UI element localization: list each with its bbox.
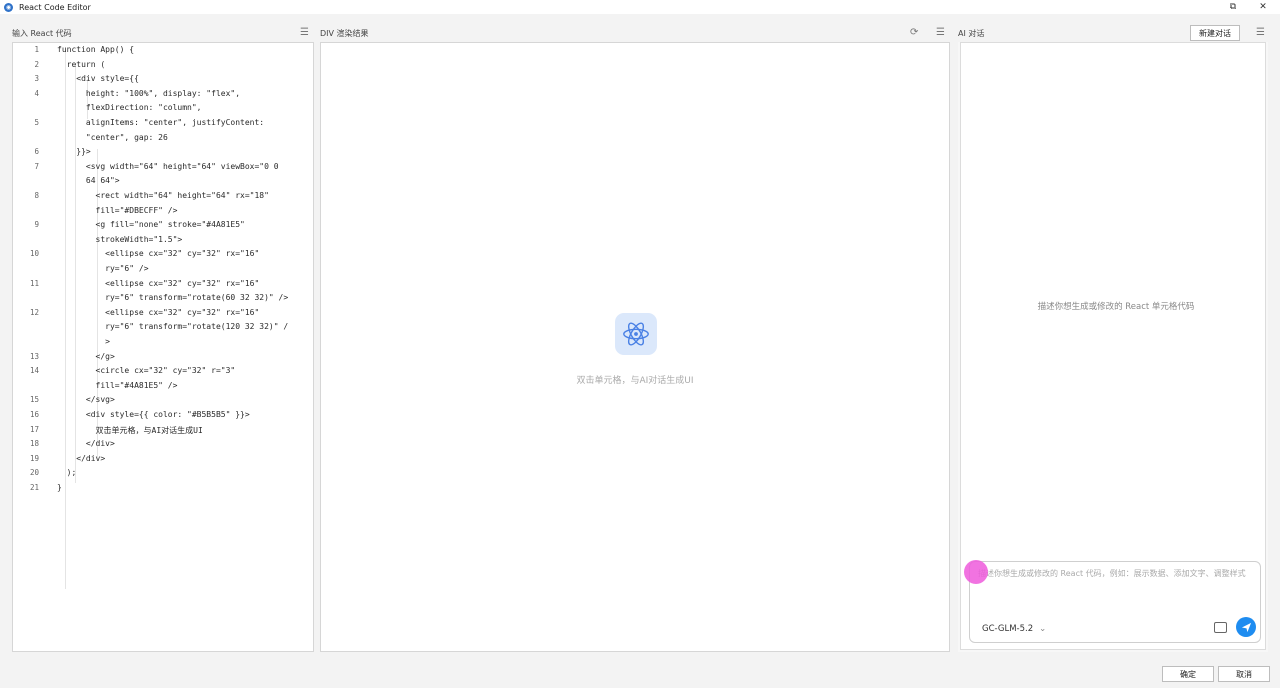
code-line[interactable]: <ellipse cx="32" cy="32" rx="16" — [57, 279, 259, 288]
ai-chat-body: 描述你想生成或修改的 React 单元格代码 描述你想生成或修改的 React … — [960, 42, 1266, 650]
line-number: 15 — [29, 395, 39, 405]
chevron-down-icon: ⌄ — [1039, 624, 1047, 634]
line-number: 20 — [29, 468, 39, 478]
code-line[interactable]: > — [57, 337, 110, 346]
line-gutter: 1 2 3 4 5 6 7 8 9 10 11 12 13 14 15 16 17 18 19 20 21 — [13, 43, 47, 651]
code-line[interactable]: <g fill="none" stroke="#4A81E5" — [57, 220, 245, 229]
code-line[interactable]: ry="6" transform="rotate(120 32 32)" / — [57, 322, 288, 331]
line-number: 17 — [29, 424, 39, 434]
render-panel[interactable]: 双击单元格，与AI对话生成UI — [320, 42, 950, 652]
line-number: 7 — [34, 161, 39, 171]
code-line[interactable]: flexDirection: "column", — [57, 103, 202, 112]
send-icon — [1241, 622, 1251, 632]
ai-empty-state: 描述你想生成或修改的 React 单元格代码 — [1037, 302, 1195, 312]
line-number: 8 — [34, 191, 39, 200]
code-line[interactable]: </g> — [57, 352, 115, 361]
code-line[interactable]: ry="6" transform="rotate(60 32 32)" /> — [57, 293, 288, 302]
code-line[interactable]: "center", gap: 26 — [57, 133, 168, 142]
indent-guide — [65, 49, 66, 589]
code-line[interactable]: </div> — [57, 454, 105, 463]
code-line[interactable]: 64 64"> — [57, 176, 120, 185]
line-number: 11 — [29, 278, 39, 288]
line-number: 16 — [29, 410, 39, 419]
cancel-button[interactable]: 取消 — [1218, 666, 1270, 682]
mouse-cursor-highlight — [964, 560, 988, 584]
code-line[interactable]: height: "100%", display: "flex", — [57, 89, 240, 98]
code-line[interactable]: <ellipse cx="32" cy="32" rx="16" — [57, 308, 259, 317]
send-button[interactable] — [1236, 617, 1256, 637]
line-number: 5 — [34, 118, 39, 127]
line-number: 19 — [29, 453, 39, 463]
code-line[interactable]: fill="#DBECFF" /> — [57, 206, 178, 215]
image-upload-icon[interactable] — [1214, 622, 1227, 633]
model-select[interactable]: GC-GLM-5.2 ⌄ — [982, 624, 1046, 634]
collapse-middle-icon[interactable]: ☰ — [936, 27, 945, 38]
code-line[interactable]: </svg> — [57, 395, 115, 404]
restore-button[interactable]: ⧉ — [1222, 0, 1244, 14]
ai-header: AI 对话 — [958, 28, 985, 38]
line-number: 6 — [34, 147, 39, 157]
indent-guide — [87, 79, 88, 119]
code-line[interactable]: <rect width="64" height="64" rx="18" — [57, 191, 269, 200]
code-line[interactable]: <ellipse cx="32" cy="32" rx="16" — [57, 249, 259, 258]
render-header: DIV 渲染结果 — [320, 28, 369, 38]
ai-chat-panel: 描述你想生成或修改的 React 单元格代码 描述你想生成或修改的 React … — [958, 42, 1268, 652]
line-number: 9 — [34, 220, 39, 230]
code-line[interactable]: }}> — [57, 147, 90, 156]
line-number: 14 — [29, 366, 39, 376]
line-number: 2 — [34, 59, 39, 69]
code-line[interactable]: strokeWidth="1.5"> — [57, 235, 183, 244]
code-line[interactable]: } — [57, 483, 62, 492]
line-number: 13 — [29, 351, 39, 361]
line-number: 18 — [29, 439, 39, 449]
code-line[interactable]: <div style={{ color: "#B5B5B5" }}> — [57, 410, 250, 419]
new-chat-button[interactable]: 新建对话 — [1190, 25, 1240, 41]
code-line[interactable]: <circle cx="32" cy="32" r="3" — [57, 366, 236, 375]
code-line[interactable]: alignItems: "center", justifyContent: — [57, 118, 264, 127]
code-line[interactable]: function App() { — [57, 45, 134, 54]
close-button[interactable]: ✕ — [1252, 0, 1274, 14]
collapse-right-icon[interactable]: ☰ — [1256, 27, 1265, 38]
window-title: React Code Editor — [19, 2, 91, 12]
model-name: GC-GLM-5.2 — [982, 624, 1034, 634]
app-icon: ◉ — [4, 2, 13, 12]
render-hint-text: 双击单元格，与AI对话生成UI — [576, 376, 694, 386]
chat-composer[interactable]: 描述你想生成或修改的 React 代码，例如：展示数据、添加文字、调整样式 GC… — [969, 561, 1261, 643]
line-number: 1 — [34, 45, 39, 54]
code-line[interactable]: </div> — [57, 439, 115, 448]
collapse-left-icon[interactable]: ☰ — [300, 27, 309, 38]
code-line[interactable]: <div style={{ — [57, 74, 139, 83]
line-number: 12 — [29, 307, 39, 317]
code-line[interactable]: fill="#4A81E5" /> — [57, 381, 178, 390]
refresh-icon[interactable]: ⟳ — [910, 27, 918, 38]
code-editor[interactable]: 1 2 3 4 5 6 7 8 9 10 11 12 13 14 15 16 17 18 19 20 21 functio… — [12, 42, 314, 652]
code-line[interactable]: return ( — [57, 60, 106, 69]
code-line[interactable]: ry="6" /> — [57, 264, 148, 273]
line-number: 3 — [34, 74, 39, 84]
line-number: 4 — [34, 88, 39, 98]
title-bar: ◉ React Code Editor ⧉ ✕ — [0, 0, 1280, 14]
ok-button[interactable]: 确定 — [1162, 666, 1214, 682]
chat-input[interactable]: 描述你想生成或修改的 React 代码，例如：展示数据、添加文字、调整样式 — [978, 568, 1254, 580]
code-line[interactable]: <svg width="64" height="64" viewBox="0 0 — [57, 162, 279, 171]
editor-header: 输入 React 代码 — [12, 28, 72, 38]
line-number: 10 — [29, 249, 39, 259]
code-line[interactable]: 双击单元格，与AI对话生成UI — [57, 425, 203, 436]
react-logo-icon — [615, 313, 657, 355]
line-number: 21 — [29, 483, 39, 492]
code-line[interactable]: ); — [57, 468, 77, 477]
